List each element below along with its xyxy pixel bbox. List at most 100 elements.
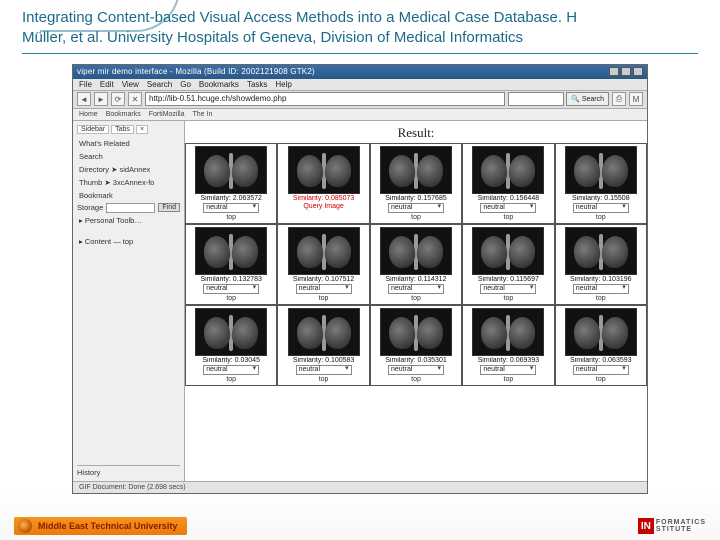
url-bar[interactable]: http://lib-0.51.hcuge.ch/showdemo.php xyxy=(145,92,505,106)
ct-thumbnail[interactable] xyxy=(472,227,544,275)
forward-button[interactable]: ► xyxy=(94,92,108,106)
storage-input[interactable] xyxy=(106,203,155,213)
relevance-select[interactable]: neutral xyxy=(480,284,536,294)
sidebar-item[interactable]: Bookmark xyxy=(77,190,180,201)
ct-thumbnail[interactable] xyxy=(288,227,360,275)
ct-thumbnail[interactable] xyxy=(472,146,544,194)
storage-label: Storage xyxy=(77,203,103,212)
minimize-button[interactable] xyxy=(609,67,619,76)
ct-thumbnail[interactable] xyxy=(288,308,360,356)
relevance-select[interactable]: neutral xyxy=(388,284,444,294)
reload-button[interactable]: ⟳ xyxy=(111,92,125,106)
sidebar-item[interactable]: Thumb ➤ 3xcAnnex-fo xyxy=(77,177,180,188)
ct-thumbnail[interactable] xyxy=(195,227,267,275)
tree-content[interactable]: ▸ Content — top xyxy=(77,236,180,247)
sidebar: Sidebar Tabs × What's Related Search Dir… xyxy=(73,121,185,481)
informatics-line2: STITUTE xyxy=(656,526,706,533)
content-area: Result: Similarity: 2.063572neutraltopSi… xyxy=(185,121,647,481)
ct-thumbnail[interactable] xyxy=(380,308,452,356)
relevance-select[interactable]: neutral xyxy=(388,203,444,213)
result-cell[interactable]: Similarity: 0.132783neutraltop xyxy=(185,224,277,305)
ct-thumbnail[interactable] xyxy=(380,146,452,194)
result-cell[interactable]: Similarity: 0.063593neutraltop xyxy=(555,305,647,386)
bookmark-thein[interactable]: The In xyxy=(193,111,213,118)
relevance-select[interactable]: neutral xyxy=(296,365,352,375)
bookmark-home[interactable]: Home xyxy=(79,111,98,118)
search-button[interactable]: 🔍 Search xyxy=(566,92,609,106)
relevance-select[interactable]: neutral xyxy=(573,203,629,213)
annotation-label: top xyxy=(504,376,514,383)
annotation-label: top xyxy=(596,214,606,221)
mozilla-icon[interactable]: M xyxy=(629,92,643,106)
similarity-label: Similarity: 0.132783 xyxy=(200,276,261,283)
maximize-button[interactable] xyxy=(621,67,631,76)
ct-thumbnail[interactable] xyxy=(288,146,360,194)
menu-go[interactable]: Go xyxy=(180,80,191,89)
relevance-select[interactable]: neutral xyxy=(480,203,536,213)
ct-thumbnail[interactable] xyxy=(195,146,267,194)
menu-view[interactable]: View xyxy=(122,80,139,89)
sidebar-tab-tabs[interactable]: Tabs xyxy=(111,125,134,134)
menu-bookmarks[interactable]: Bookmarks xyxy=(199,80,239,89)
ct-thumbnail[interactable] xyxy=(565,227,637,275)
sidebar-tab-close[interactable]: × xyxy=(136,125,148,134)
sidebar-item[interactable]: What's Related xyxy=(77,138,180,149)
ct-thumbnail[interactable] xyxy=(380,227,452,275)
relevance-select[interactable]: neutral xyxy=(573,284,629,294)
close-button[interactable] xyxy=(633,67,643,76)
relevance-select[interactable]: neutral xyxy=(480,365,536,375)
slide-footer: Middle East Technical University IN FORM… xyxy=(0,512,720,540)
menu-help[interactable]: Help xyxy=(275,80,291,89)
result-cell[interactable]: Similarity: 0.156448neutraltop xyxy=(462,143,554,224)
result-cell[interactable]: Similarity: 0.107512neutraltop xyxy=(277,224,369,305)
menu-file[interactable]: File xyxy=(79,80,92,89)
ct-thumbnail[interactable] xyxy=(195,308,267,356)
sidebar-history[interactable]: History xyxy=(77,465,180,477)
result-cell[interactable]: Similarity: 0.103196neutraltop xyxy=(555,224,647,305)
sidebar-tab-sidebar[interactable]: Sidebar xyxy=(77,125,109,134)
sidebar-item[interactable]: Search xyxy=(77,151,180,162)
browser-window: viper mir demo interface - Mozilla (Buil… xyxy=(72,64,648,494)
result-cell[interactable]: Similarity: 2.063572neutraltop xyxy=(185,143,277,224)
relevance-select[interactable]: neutral xyxy=(296,284,352,294)
ct-thumbnail[interactable] xyxy=(565,146,637,194)
relevance-select[interactable]: neutral xyxy=(203,203,259,213)
window-titlebar[interactable]: viper mir demo interface - Mozilla (Buil… xyxy=(73,65,647,79)
result-cell[interactable]: Similarity: 0.15508neutraltop xyxy=(555,143,647,224)
relevance-select[interactable]: neutral xyxy=(388,365,444,375)
tree-root[interactable]: ▸ Personal Toolb… xyxy=(77,215,180,226)
similarity-label: Similarity: 0.107512 xyxy=(293,276,354,283)
result-cell[interactable]: Similarity: 0.115697neutraltop xyxy=(462,224,554,305)
results-heading: Result: xyxy=(185,121,647,143)
result-cell[interactable]: Similarity: 0.114312neutraltop xyxy=(370,224,462,305)
relevance-select[interactable]: neutral xyxy=(203,284,259,294)
back-button[interactable]: ◄ xyxy=(77,92,91,106)
find-button[interactable]: Find xyxy=(158,203,180,212)
result-cell[interactable]: Similarity: 0.085073Query Image xyxy=(277,143,369,224)
bookmark-fortimozilla[interactable]: FortiMozilla xyxy=(149,111,185,118)
result-cell[interactable]: Similarity: 0.069393neutraltop xyxy=(462,305,554,386)
menu-tasks[interactable]: Tasks xyxy=(247,80,267,89)
sidebar-item[interactable]: Directory ➤ sidAnnex xyxy=(77,164,180,175)
annotation-label: top xyxy=(319,376,329,383)
menu-edit[interactable]: Edit xyxy=(100,80,114,89)
result-cell[interactable]: Similarity: 0.157685neutraltop xyxy=(370,143,462,224)
result-cell[interactable]: Similarity: 0.03045neutraltop xyxy=(185,305,277,386)
stop-button[interactable]: ✕ xyxy=(128,92,142,106)
print-button[interactable]: ⎙ xyxy=(612,92,626,106)
menu-search[interactable]: Search xyxy=(147,80,172,89)
query-image-sublabel: Query Image xyxy=(303,203,343,210)
relevance-select[interactable]: neutral xyxy=(573,365,629,375)
result-cell[interactable]: Similarity: 0.100583neutraltop xyxy=(277,305,369,386)
similarity-label: Similarity: 0.115697 xyxy=(478,276,539,283)
result-cell[interactable]: Similarity: 0.035301neutraltop xyxy=(370,305,462,386)
metu-text: Middle East Technical University xyxy=(38,521,177,531)
similarity-label: Similarity: 0.03045 xyxy=(202,357,260,364)
bookmarks-bar: Home Bookmarks FortiMozilla The In xyxy=(73,109,647,121)
bookmark-bookmarks[interactable]: Bookmarks xyxy=(106,111,141,118)
ct-thumbnail[interactable] xyxy=(472,308,544,356)
ct-thumbnail[interactable] xyxy=(565,308,637,356)
relevance-select[interactable]: neutral xyxy=(203,365,259,375)
search-input[interactable] xyxy=(508,92,564,106)
status-text: GIF Document: Done (2.698 secs) xyxy=(79,484,186,491)
